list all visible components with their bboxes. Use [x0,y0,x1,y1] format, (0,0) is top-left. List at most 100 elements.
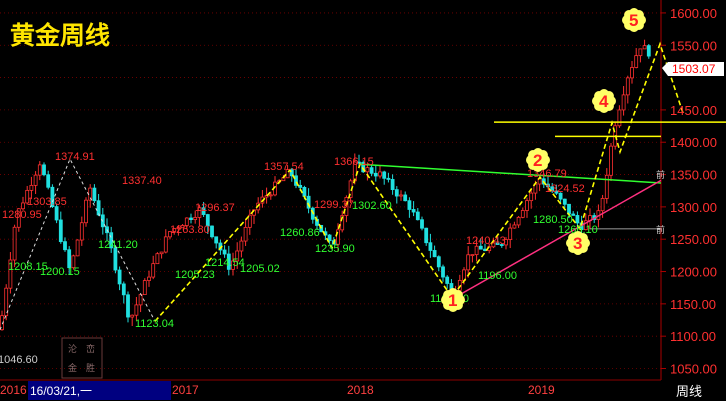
current-price-value: 1503.07 [672,62,716,76]
candle-body-103 [432,250,437,258]
seal-char-1: 峦 [86,343,95,355]
period-label[interactable]: 周线 [676,385,702,400]
candle-body-151 [634,55,639,68]
candle-body-22 [92,187,97,202]
left-edge-value: 1046.60 [0,354,38,366]
seal-char-3: 胜 [86,363,95,374]
candle-body-148 [621,94,626,111]
price-annotation-14: 1260.86 [280,227,320,239]
y-tick-label-3: 1450.00 [670,103,717,118]
x-label-cursor-date: 16/03/21,一 [30,384,92,398]
candle-body-8 [33,174,38,186]
legend-stub-2: 前 [656,224,665,236]
chart-title: 黄金周线 [10,21,110,50]
candle-body-19 [79,222,84,241]
candle-body-124 [520,210,525,218]
candle-body-100 [420,219,424,229]
x-label-2016: 2016 [0,383,27,397]
wave-marker-4: 4 [592,89,616,113]
candle-body-101 [424,227,429,244]
candle-body-105 [441,266,445,278]
candle-body-11 [46,174,51,188]
price-annotation-12: 1205.02 [240,263,280,275]
y-tick-label-6: 1300.00 [670,200,717,215]
candle-body-90 [378,171,382,177]
candle-body-58 [243,226,248,242]
price-annotation-20: 1196.00 [478,270,517,282]
candle-body-88 [369,167,374,174]
price-annotation-8: 1263.80 [170,224,210,236]
candle-body-32 [134,304,139,316]
candle-body-94 [394,189,399,197]
price-annotation-16: 1235.90 [315,243,355,255]
candle-body-5 [21,202,25,210]
x-label-2017: 2017 [172,383,199,397]
price-annotation-13: 1357.54 [264,161,304,173]
candle-body-33 [138,294,143,306]
current-price-tag: 1503.07 [662,62,724,76]
candle-body-7 [29,184,34,191]
candle-body-137 [575,215,580,224]
candle-body-96 [403,194,408,202]
wave-marker-number-4: 4 [599,92,609,111]
price-annotation-10: 1205.23 [175,269,215,281]
candle-body-134 [562,198,567,205]
candle-body-150 [630,67,634,79]
price-annotation-7: 1123.04 [135,318,174,330]
candle-body-64 [268,194,273,197]
candle-body-57 [239,240,244,252]
price-annotation-4: 1241.20 [98,239,138,251]
candle-body-104 [436,256,441,268]
wave-marker-number-1: 1 [448,291,457,310]
wave-marker-1: 1 [441,288,465,312]
y-tick-label-10: 1100.00 [670,329,716,344]
candle-body-30 [126,294,130,318]
candle-body-16 [67,249,72,269]
candle-body-99 [415,211,420,221]
seal-char-0: 沦 [68,343,77,355]
y-tick-label-11: 1050.00 [670,362,717,377]
candle-body-27 [113,247,118,271]
wave-marker-2: 2 [526,148,550,172]
candle-body-23 [96,200,101,216]
candle-body-93 [390,179,395,191]
candle-body-14 [58,219,63,243]
price-annotation-2: 1280.95 [2,209,42,221]
candle-body-53 [222,249,227,255]
candle-body-121 [508,227,513,240]
candle-body-72 [302,187,307,197]
candle-body-95 [399,194,403,197]
price-annotation-18: 1366.15 [334,156,374,168]
wave-marker-3: 3 [566,231,590,255]
x-label-2019: 2019 [528,383,555,397]
candle-body-38 [159,251,164,255]
candle-body-15 [63,241,67,251]
candle-body-92 [386,177,391,180]
candle-body-98 [411,209,416,213]
candle-body-152 [638,48,643,57]
candle-body-13 [54,206,59,221]
y-tick-label-7: 1250.00 [670,232,717,247]
wave-marker-number-2: 2 [533,151,542,170]
candle-body-50 [210,225,214,238]
price-annotation-19: 1240.43 [466,235,506,247]
y-tick-label-4: 1400.00 [670,135,717,150]
candle-body-111 [466,254,471,271]
candle-body-34 [142,280,147,295]
candle-body-39 [163,236,168,253]
candle-body-126 [529,192,534,202]
candle-body-147 [617,109,622,127]
candle-body-31 [130,314,135,318]
candle-body-125 [525,200,529,211]
y-tick-label-5: 1350.00 [670,168,717,183]
y-tick-label-9: 1150.00 [670,297,716,312]
candle-body-106 [445,276,450,284]
wave-marker-number-5: 5 [629,11,638,30]
y-tick-label-8: 1200.00 [670,265,717,280]
candle-body-36 [151,263,156,278]
candle-body-3 [12,226,17,261]
candle-body-18 [75,239,80,257]
x-label-2018: 2018 [347,383,374,397]
price-annotation-9: 1296.37 [195,202,235,214]
candle-body-9 [37,164,42,176]
